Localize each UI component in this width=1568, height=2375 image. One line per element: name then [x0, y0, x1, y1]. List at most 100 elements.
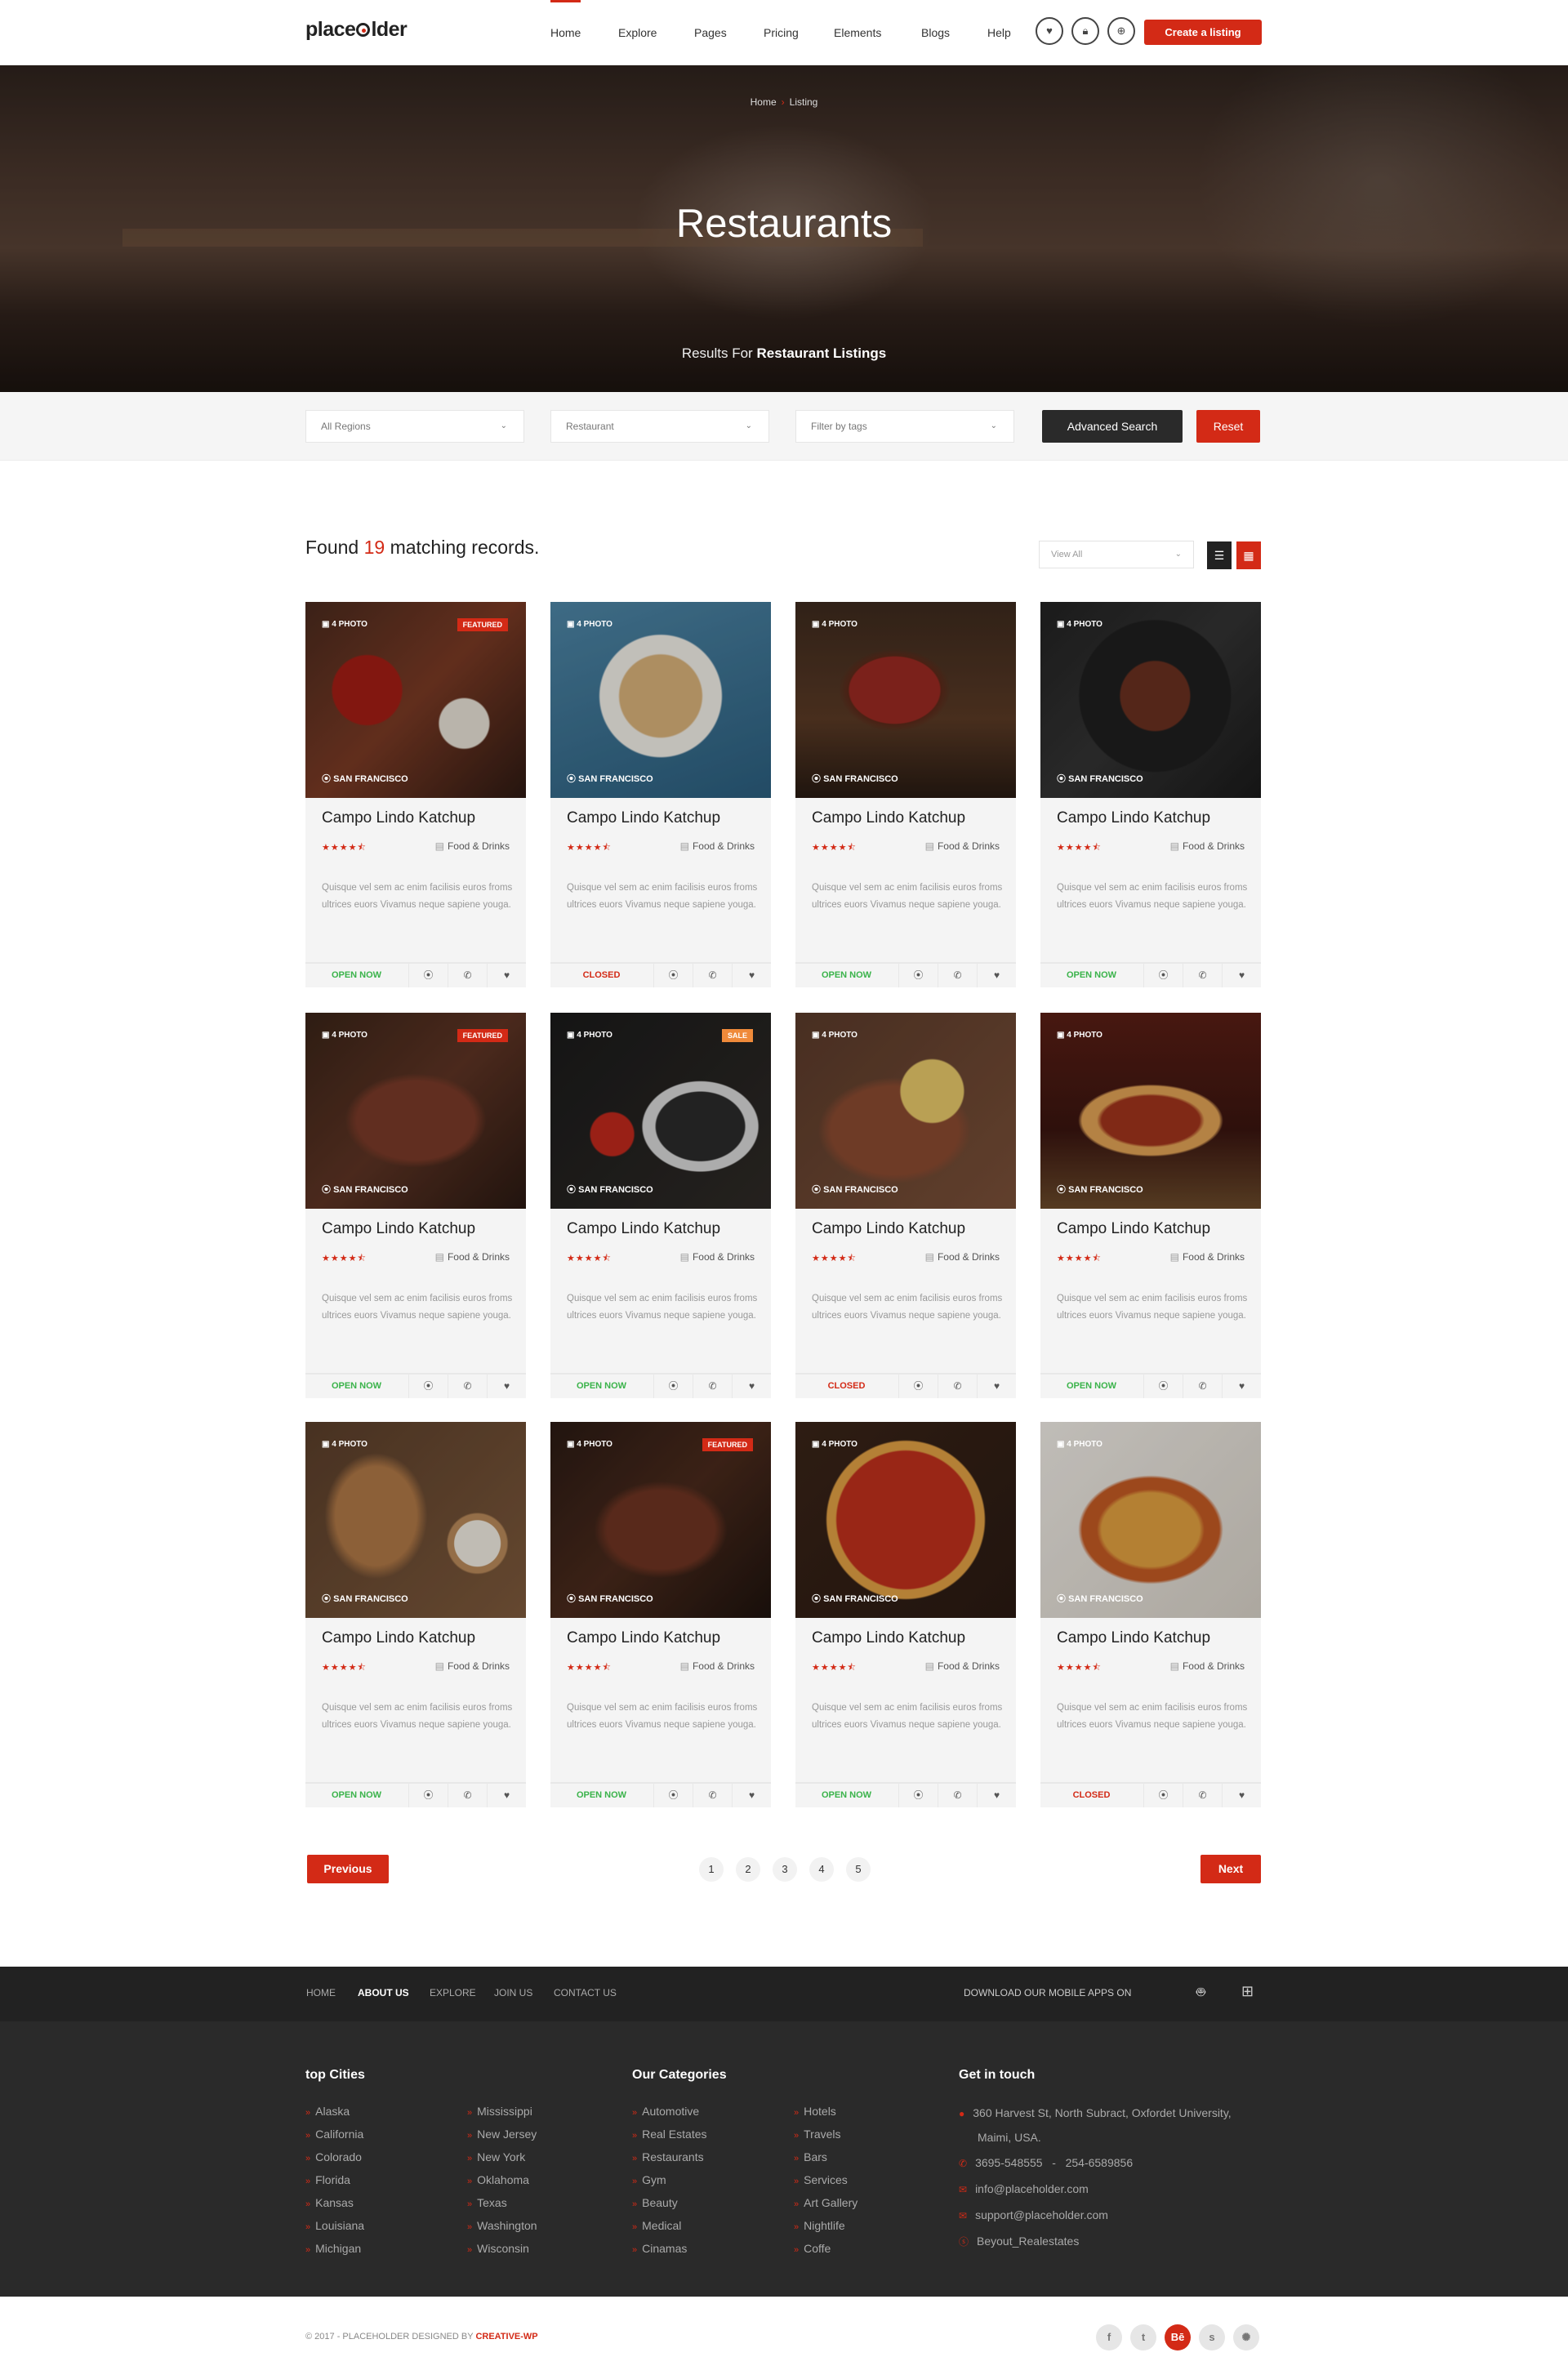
windows-icon[interactable]: ⊞	[1241, 1983, 1254, 2000]
skype-handle[interactable]: Beyout_Realestates	[977, 2235, 1079, 2248]
lock-icon[interactable]: 🔒︎	[1071, 17, 1099, 45]
listing-category[interactable]: ▤ Food & Drinks	[435, 1660, 510, 1672]
footer-link[interactable]: » Gym	[632, 2173, 666, 2186]
nav-pricing[interactable]: Pricing	[764, 0, 799, 65]
footer-link[interactable]: » Kansas	[305, 2196, 354, 2209]
footer-link[interactable]: » Nightlife	[794, 2219, 845, 2232]
page-1[interactable]: 1	[699, 1857, 724, 1882]
footer-nav-about[interactable]: ABOUT US	[358, 1987, 409, 1998]
heart-icon[interactable]: ♥	[732, 1784, 771, 1807]
listing-image[interactable]	[550, 1013, 771, 1209]
heart-icon[interactable]: ♥	[977, 1784, 1016, 1807]
page-5[interactable]: 5	[846, 1857, 871, 1882]
phone-icon[interactable]: ✆	[693, 1784, 732, 1807]
footer-link[interactable]: » Wisconsin	[467, 2242, 529, 2255]
listing-title[interactable]: Campo Lindo Katchup	[322, 809, 475, 827]
footer-link[interactable]: » Hotels	[794, 2105, 836, 2118]
location-icon[interactable]: ⦿	[898, 964, 938, 987]
grid-view-icon[interactable]: ▦	[1236, 541, 1261, 569]
android-icon[interactable]: 🤖︎	[1196, 1983, 1205, 2003]
listing-category[interactable]: ▤ Food & Drinks	[925, 1660, 1000, 1672]
listing-category[interactable]: ▤ Food & Drinks	[680, 840, 755, 852]
nav-pages[interactable]: Pages	[694, 0, 727, 65]
footer-link[interactable]: » Michigan	[305, 2242, 361, 2255]
reset-button[interactable]: Reset	[1196, 410, 1260, 443]
listing-title[interactable]: Campo Lindo Katchup	[567, 1220, 720, 1238]
footer-link[interactable]: » Texas	[467, 2196, 507, 2209]
listing-category[interactable]: ▤ Food & Drinks	[925, 1251, 1000, 1263]
listing-title[interactable]: Campo Lindo Katchup	[1057, 809, 1210, 827]
nav-blogs[interactable]: Blogs	[921, 0, 950, 65]
phone-icon[interactable]: ✆	[938, 1784, 977, 1807]
listing-image[interactable]	[550, 1422, 771, 1618]
nav-explore[interactable]: Explore	[618, 0, 657, 65]
listing-card[interactable]: ▣ 4 PHOTO ⦿ SAN FRANCISCO Campo Lindo Katc…	[795, 602, 1016, 987]
behance-icon[interactable]: Bē	[1165, 2324, 1191, 2350]
phone-icon[interactable]: ✆	[938, 964, 977, 987]
listing-title[interactable]: Campo Lindo Katchup	[812, 1220, 965, 1238]
footer-link[interactable]: » Alaska	[305, 2105, 350, 2118]
footer-link[interactable]: » Louisiana	[305, 2219, 364, 2232]
listing-title[interactable]: Campo Lindo Katchup	[812, 809, 965, 827]
listing-card[interactable]: ▣ 4 PHOTO FEATURED ⦿ SAN FRANCISCO Campo Li…	[305, 602, 526, 987]
phone-icon[interactable]: ✆	[1183, 1375, 1222, 1398]
footer-link[interactable]: » New York	[467, 2150, 525, 2163]
listing-image[interactable]	[1040, 1422, 1261, 1618]
listing-category[interactable]: ▤ Food & Drinks	[1170, 1251, 1245, 1263]
listing-card[interactable]: ▣ 4 PHOTO ⦿ SAN FRANCISCO Campo Lindo Katc…	[1040, 602, 1261, 987]
footer-nav-join[interactable]: JOIN US	[494, 1987, 532, 1998]
phone-icon[interactable]: ✆	[1183, 964, 1222, 987]
heart-icon[interactable]: ♥	[487, 1784, 526, 1807]
footer-link[interactable]: » Beauty	[632, 2196, 678, 2209]
listing-card[interactable]: ▣ 4 PHOTO ⦿ SAN FRANCISCO Campo Lindo Katc…	[550, 602, 771, 987]
listing-category[interactable]: ▤ Food & Drinks	[1170, 840, 1245, 852]
phone-icon[interactable]: ✆	[448, 964, 487, 987]
location-icon[interactable]: ⦿	[653, 964, 693, 987]
heart-icon[interactable]: ♥	[977, 1375, 1016, 1398]
category-select[interactable]: Restaurant ⌄	[550, 410, 769, 443]
footer-link[interactable]: » Cinamas	[632, 2242, 687, 2255]
page-2[interactable]: 2	[736, 1857, 760, 1882]
phone-icon[interactable]: ✆	[448, 1375, 487, 1398]
footer-link[interactable]: » California	[305, 2128, 363, 2141]
footer-nav-home[interactable]: HOME	[306, 1987, 336, 1998]
phone-icon[interactable]: ✆	[1183, 1784, 1222, 1807]
footer-link[interactable]: » Services	[794, 2173, 848, 2186]
contact-email-1[interactable]: ✉ info@placeholder.com	[959, 2177, 1089, 2202]
listing-card[interactable]: ▣ 4 PHOTO ⦿ SAN FRANCISCO Campo Lindo Katc…	[305, 1422, 526, 1807]
footer-link[interactable]: » Restaurants	[632, 2150, 704, 2163]
listing-image[interactable]	[1040, 602, 1261, 798]
listing-title[interactable]: Campo Lindo Katchup	[1057, 1220, 1210, 1238]
listing-category[interactable]: ▤ Food & Drinks	[1170, 1660, 1245, 1672]
listing-image[interactable]	[305, 1013, 526, 1209]
email-1[interactable]: info@placeholder.com	[975, 2182, 1089, 2195]
footer-link[interactable]: » Washington	[467, 2219, 537, 2232]
phone-icon[interactable]: ✆	[693, 1375, 732, 1398]
listing-image[interactable]	[795, 1422, 1016, 1618]
location-icon[interactable]: ⦿	[1143, 1375, 1183, 1398]
listing-image[interactable]	[550, 602, 771, 798]
location-icon[interactable]: ⦿	[1143, 964, 1183, 987]
footer-link[interactable]: » Florida	[305, 2173, 350, 2186]
breadcrumb-home[interactable]: Home	[751, 96, 777, 108]
listing-title[interactable]: Campo Lindo Katchup	[322, 1629, 475, 1647]
email-2[interactable]: support@placeholder.com	[975, 2208, 1108, 2221]
location-icon[interactable]: ⦿	[898, 1784, 938, 1807]
location-icon[interactable]: ⦿	[653, 1784, 693, 1807]
page-3[interactable]: 3	[773, 1857, 797, 1882]
heart-icon[interactable]: ♥	[977, 964, 1016, 987]
location-icon[interactable]: ⦿	[653, 1375, 693, 1398]
twitter-icon[interactable]: t	[1130, 2324, 1156, 2350]
listing-card[interactable]: ▣ 4 PHOTO ⦿ SAN FRANCISCO Campo Lindo Katc…	[1040, 1013, 1261, 1398]
listing-category[interactable]: ▤ Food & Drinks	[680, 1251, 755, 1263]
nav-elements[interactable]: Elements	[834, 0, 881, 65]
view-select[interactable]: View All ⌄	[1039, 541, 1194, 568]
listing-title[interactable]: Campo Lindo Katchup	[322, 1220, 475, 1238]
listing-title[interactable]: Campo Lindo Katchup	[567, 1629, 720, 1647]
phone-icon[interactable]: ✆	[938, 1375, 977, 1398]
skype-social-icon[interactable]: s	[1199, 2324, 1225, 2350]
listing-title[interactable]: Campo Lindo Katchup	[567, 809, 720, 827]
page-4[interactable]: 4	[809, 1857, 834, 1882]
heart-icon[interactable]: ♥	[732, 1375, 771, 1398]
dribbble-icon[interactable]: ✺	[1233, 2324, 1259, 2350]
